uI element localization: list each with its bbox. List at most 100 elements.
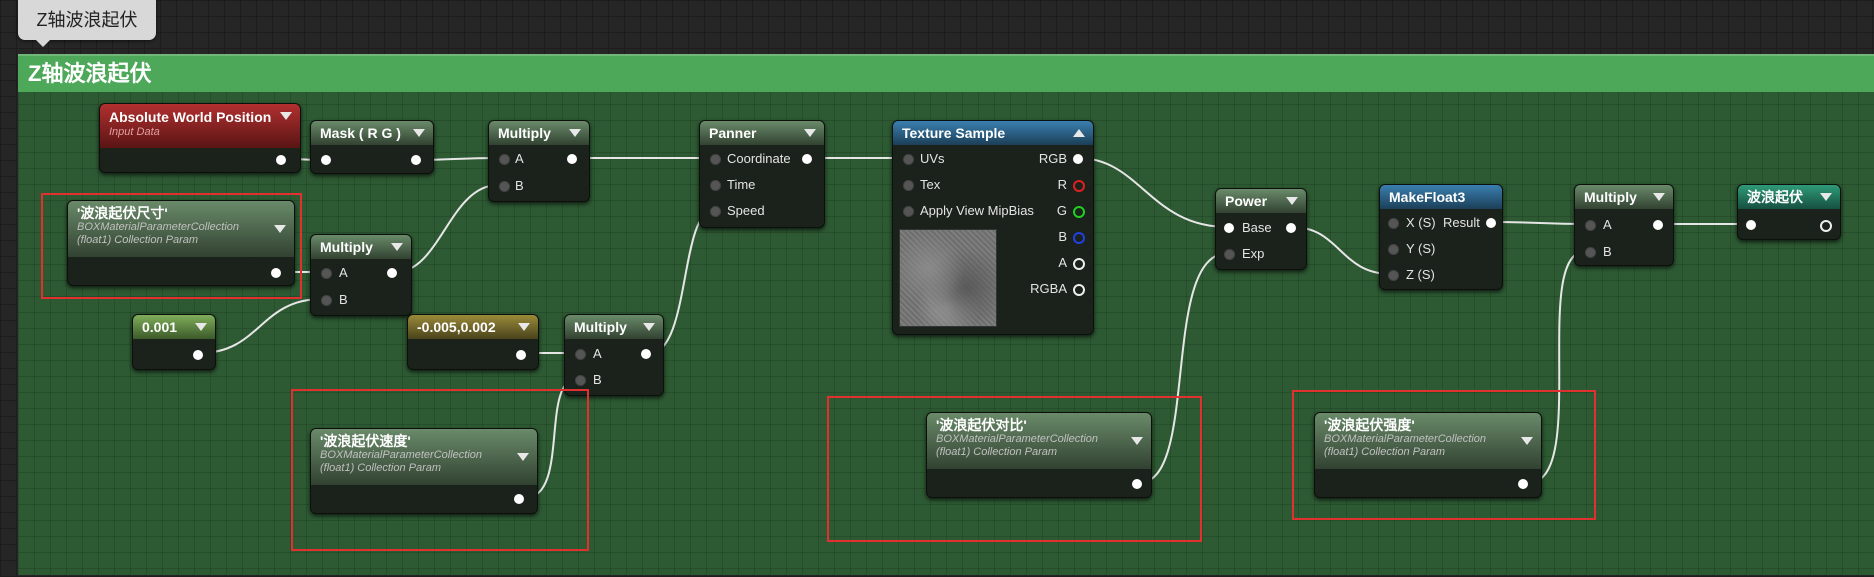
node-title: Multiply: [574, 319, 627, 335]
time-pin[interactable]: [710, 180, 721, 191]
node-title: 波浪起伏: [1747, 189, 1803, 205]
base-pin[interactable]: [1224, 223, 1234, 233]
input-pin-b[interactable]: [321, 295, 332, 306]
uvs-pin[interactable]: [903, 154, 914, 165]
highlight-box: [291, 389, 589, 551]
input-pin-b[interactable]: [1585, 247, 1596, 258]
exp-pin[interactable]: [1224, 249, 1235, 260]
pin-label: RGB: [1038, 151, 1067, 166]
chevron-down-icon[interactable]: [413, 129, 425, 137]
pin-label: Coordinate: [727, 151, 791, 166]
constant-speed-node[interactable]: -0.005,0.002: [407, 314, 539, 370]
r-pin[interactable]: [1073, 180, 1085, 192]
chevron-down-icon[interactable]: [804, 129, 816, 137]
output-node[interactable]: 波浪起伏: [1737, 184, 1841, 240]
chevron-down-icon[interactable]: [280, 112, 292, 120]
multiply-node-1[interactable]: Multiply A B: [488, 120, 590, 202]
output-pin[interactable]: [1286, 223, 1296, 233]
input-pin-a[interactable]: [499, 154, 510, 165]
highlight-box: [1292, 390, 1596, 520]
absolute-world-position-node[interactable]: Absolute World Position Input Data: [99, 103, 301, 173]
speed-pin[interactable]: [710, 206, 721, 217]
rgba-pin[interactable]: [1073, 284, 1085, 296]
pin-label: Apply View MipBias: [920, 203, 1034, 218]
multiply-node-4[interactable]: Multiply A B: [1574, 184, 1674, 266]
node-title: Power: [1225, 193, 1268, 209]
node-title: -0.005,0.002: [417, 319, 496, 335]
mipbias-pin[interactable]: [903, 206, 914, 217]
pin-label: UVs: [920, 151, 945, 166]
chevron-down-icon[interactable]: [569, 129, 581, 137]
output-pin[interactable]: [802, 154, 812, 164]
pin-label: A: [515, 151, 524, 166]
y-pin[interactable]: [1388, 244, 1399, 255]
mask-rg-node[interactable]: Mask ( R G ): [310, 120, 434, 174]
input-pin-a[interactable]: [575, 349, 586, 360]
node-title: MakeFloat3: [1389, 189, 1466, 205]
g-pin[interactable]: [1073, 206, 1085, 218]
node-title: Multiply: [320, 239, 373, 255]
multiply-node-3[interactable]: Multiply A B: [564, 314, 664, 396]
pin-label: RGBA: [1030, 281, 1067, 296]
output-pin[interactable]: [641, 349, 651, 359]
tex-pin[interactable]: [903, 180, 914, 191]
output-pin[interactable]: [276, 155, 286, 165]
input-pin-a[interactable]: [1585, 220, 1596, 231]
pin-label: A: [593, 346, 602, 361]
node-title: Multiply: [498, 125, 551, 141]
pin-label: Time: [727, 177, 756, 192]
x-pin[interactable]: [1388, 218, 1399, 229]
rgb-pin[interactable]: [1073, 154, 1083, 164]
pin-label: R: [1057, 177, 1067, 192]
wire-makefloat-to-mul4a: [1489, 221, 1587, 225]
pin-label: Base: [1242, 220, 1272, 235]
pin-label: A: [1058, 255, 1067, 270]
pin-label: G: [1056, 203, 1067, 218]
output-pin[interactable]: [1653, 220, 1663, 230]
output-pin[interactable]: [567, 154, 577, 164]
pin-label: B: [339, 292, 348, 307]
z-pin[interactable]: [1388, 270, 1399, 281]
input-pin[interactable]: [1746, 220, 1756, 230]
constant-0001-node[interactable]: 0.001: [132, 314, 216, 370]
highlight-box: [827, 396, 1202, 542]
node-title: Texture Sample: [902, 125, 1006, 141]
node-title: Panner: [709, 125, 757, 141]
chevron-up-icon[interactable]: [1073, 129, 1085, 137]
chevron-down-icon[interactable]: [643, 323, 655, 331]
node-title: Mask ( R G ): [320, 125, 401, 141]
chevron-down-icon[interactable]: [391, 243, 403, 251]
input-pin-b[interactable]: [575, 375, 586, 386]
chevron-down-icon[interactable]: [195, 323, 207, 331]
texture-preview: [899, 229, 997, 327]
wire-tex-to-power: [1077, 157, 1229, 228]
a-pin[interactable]: [1073, 258, 1085, 270]
node-title: 0.001: [142, 319, 178, 335]
panner-node[interactable]: Panner Coordinate Time Speed: [699, 120, 825, 228]
node-title: Multiply: [1584, 189, 1637, 205]
pin-label: B: [1603, 244, 1612, 259]
pin-label: B: [1058, 229, 1067, 244]
result-pin[interactable]: [1486, 218, 1496, 228]
texture-sample-node[interactable]: Texture Sample UVs Tex Apply View MipBia…: [892, 120, 1094, 335]
power-node[interactable]: Power Base Exp: [1215, 188, 1307, 270]
b-pin[interactable]: [1073, 232, 1085, 244]
multiply-node-2[interactable]: Multiply A B: [310, 234, 412, 316]
chevron-down-icon[interactable]: [1820, 193, 1832, 201]
output-pin[interactable]: [411, 155, 421, 165]
pin-label: B: [515, 178, 524, 193]
pin-label: Exp: [1242, 246, 1265, 261]
output-pin[interactable]: [193, 350, 203, 360]
makefloat3-node[interactable]: MakeFloat3 X (S) Result Y (S) Z (S): [1379, 184, 1503, 290]
chevron-down-icon[interactable]: [1286, 197, 1298, 205]
coordinate-pin[interactable]: [710, 154, 721, 165]
chevron-down-icon[interactable]: [518, 323, 530, 331]
output-pin[interactable]: [387, 268, 397, 278]
output-pin[interactable]: [516, 350, 526, 360]
input-pin-b[interactable]: [499, 181, 510, 192]
input-pin-a[interactable]: [321, 268, 332, 279]
input-pin[interactable]: [321, 155, 331, 165]
output-pin[interactable]: [1820, 220, 1832, 232]
chevron-down-icon[interactable]: [1653, 193, 1665, 201]
pin-label: Y (S): [1406, 241, 1436, 256]
